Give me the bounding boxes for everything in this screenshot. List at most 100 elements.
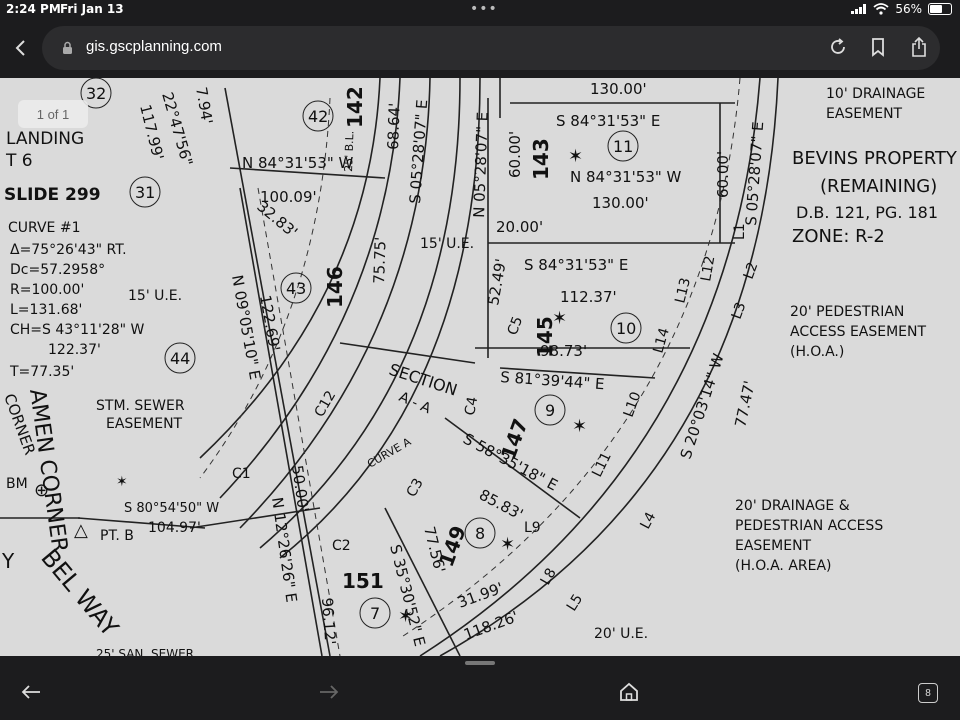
bearing-b4: N 84°31'53" W (570, 168, 682, 186)
wifi-icon (873, 3, 889, 15)
reload-icon[interactable] (828, 37, 848, 57)
bearing-b33: 96.12' (318, 597, 339, 645)
status-time: 2:24 PM (6, 2, 61, 16)
bm-symbol: ⊕ (34, 480, 49, 501)
zone-label: ZONE: R-2 (792, 226, 885, 247)
lot-11: 11 (613, 137, 633, 156)
url-text[interactable]: gis.gscplanning.com (86, 38, 222, 55)
star-mark-2: ✶ (552, 308, 567, 329)
curve-line7: 122.37' (48, 342, 101, 358)
l1-label: L1 (732, 223, 748, 240)
bevins-line1: BEVINS PROPERTY (792, 148, 958, 169)
bearing-b21: 75.75' (370, 236, 390, 284)
plat-map-image: 10' DRAINAGE EASEMENT BEVINS PROPERTY (R… (0, 78, 960, 656)
curve-line1: CURVE #1 (8, 220, 81, 236)
lot-7: 7 (370, 604, 380, 623)
browser-bottom-toolbar: 8 (0, 656, 960, 720)
star-mark-4: ✶ (500, 534, 515, 555)
status-right: 56% (851, 2, 952, 16)
triangle-symbol: △ (74, 520, 88, 541)
bearing-b19: N 05°28'07" E (470, 112, 492, 219)
star-mark-5: ✶ (398, 606, 413, 627)
bookmark-icon[interactable] (870, 37, 886, 57)
home-icon[interactable] (618, 682, 640, 702)
lot-42: 42 (308, 107, 328, 126)
lot-num-143: 143 (529, 138, 553, 180)
landing-line2: T 6 (5, 151, 33, 171)
bearing-b6: 130.00' (592, 194, 649, 212)
drainage-ped-line3: EASEMENT (735, 538, 812, 554)
san-sewer-label: 25' SAN. SEWER (96, 647, 194, 656)
pedestrian-line3: (H.O.A.) (790, 344, 844, 360)
star-mark-1: ✶ (568, 146, 583, 167)
stm-sewer-line1: STM. SEWER (96, 398, 185, 414)
page-indicator: 1 of 1 (18, 100, 88, 128)
landing-line1: LANDING (6, 129, 84, 149)
curve-line6: CH=S 43°11'28" W (10, 322, 145, 338)
multitasking-dots-icon[interactable]: ••• (470, 1, 498, 17)
lot-44: 44 (170, 349, 190, 368)
curve-line4: R=100.00' (10, 282, 84, 298)
ue-mid-label: 15' U.E. (420, 236, 474, 252)
browser-toolbar: gis.gscplanning.com (0, 22, 960, 78)
chevron-left-icon (15, 40, 25, 56)
ue-bottom: 20' U.E. (594, 626, 648, 642)
lot-43: 43 (286, 279, 306, 298)
status-bar: 2:24 PM Fri Jan 13 ••• 56% (0, 0, 960, 22)
lot-num-146: 146 (323, 266, 347, 308)
battery-percent: 56% (895, 2, 922, 16)
back-arrow-icon[interactable] (20, 684, 42, 700)
bevins-line2: (REMAINING) (820, 176, 937, 197)
c2-label: C2 (332, 538, 351, 554)
bm-label: BM (6, 476, 28, 492)
drainage-ped-line4: (H.O.A. AREA) (735, 558, 832, 574)
bearing-b8: S 84°31'53" E (524, 256, 628, 274)
drainage-ped-line2: PEDESTRIAN ACCESS (735, 518, 883, 534)
bearing-b7: 20.00' (496, 218, 543, 236)
curve-line2: Δ=75°26'43" RT. (10, 242, 127, 258)
drainage-easement-line1: 10' DRAINAGE (826, 86, 925, 102)
pedestrian-line2: ACCESS EASEMENT (790, 324, 927, 340)
curve-line5: L=131.68' (10, 302, 82, 318)
bearing-b18: 60.00' (714, 151, 732, 198)
tabs-button[interactable]: 8 (918, 683, 938, 703)
share-icon[interactable] (910, 36, 928, 58)
bearing-b17: 60.00' (506, 131, 524, 178)
curve-line8: T=77.35' (9, 364, 74, 380)
lock-icon (63, 41, 72, 54)
l9-label: L9 (524, 520, 541, 536)
bearing-b5: 130.00' (590, 80, 647, 98)
bearing-80-label: S 80°54'50" W (124, 501, 219, 516)
drainage-ped-line1: 20' DRAINAGE & (735, 498, 850, 514)
lot-num-142: 142 (343, 86, 367, 128)
star-symbol: ✶ (116, 474, 128, 490)
address-bar[interactable]: gis.gscplanning.com (42, 26, 940, 70)
lot-10: 10 (616, 319, 636, 338)
lot-9: 9 (545, 401, 555, 420)
stm-sewer-line2: EASEMENT (106, 416, 183, 432)
curve-line3: Dc=57.2958° (10, 262, 105, 278)
dist-104-label: 104.97' (148, 520, 201, 536)
bl-label: 25' B.L. (342, 130, 356, 172)
lot-32: 32 (86, 84, 106, 103)
browser-back-button[interactable] (6, 34, 34, 62)
bearing-b22: 68.64' (384, 102, 404, 150)
lot-31: 31 (135, 183, 155, 202)
bearing-b1: N 84°31'53" W (242, 154, 354, 172)
y-text: Y (1, 549, 15, 573)
battery-icon (928, 3, 952, 15)
slide-label: SLIDE 299 (4, 185, 101, 205)
bearing-b9: 112.37' (560, 288, 617, 306)
star-mark-3: ✶ (572, 416, 587, 437)
document-viewer[interactable]: 10' DRAINAGE EASEMENT BEVINS PROPERTY (R… (0, 78, 960, 656)
lot-8: 8 (475, 524, 485, 543)
c4-label: C4 (462, 395, 481, 416)
bearing-b3: S 84°31'53" E (556, 112, 660, 130)
pedestrian-line1: 20' PEDESTRIAN (790, 304, 904, 320)
home-indicator-handle[interactable] (465, 661, 495, 665)
lot-num-151: 151 (342, 569, 384, 593)
forward-arrow-icon[interactable] (318, 684, 340, 700)
status-date: Fri Jan 13 (60, 2, 124, 16)
drainage-easement-line2: EASEMENT (826, 106, 903, 122)
bearing-b10: 98.73' (540, 342, 587, 360)
